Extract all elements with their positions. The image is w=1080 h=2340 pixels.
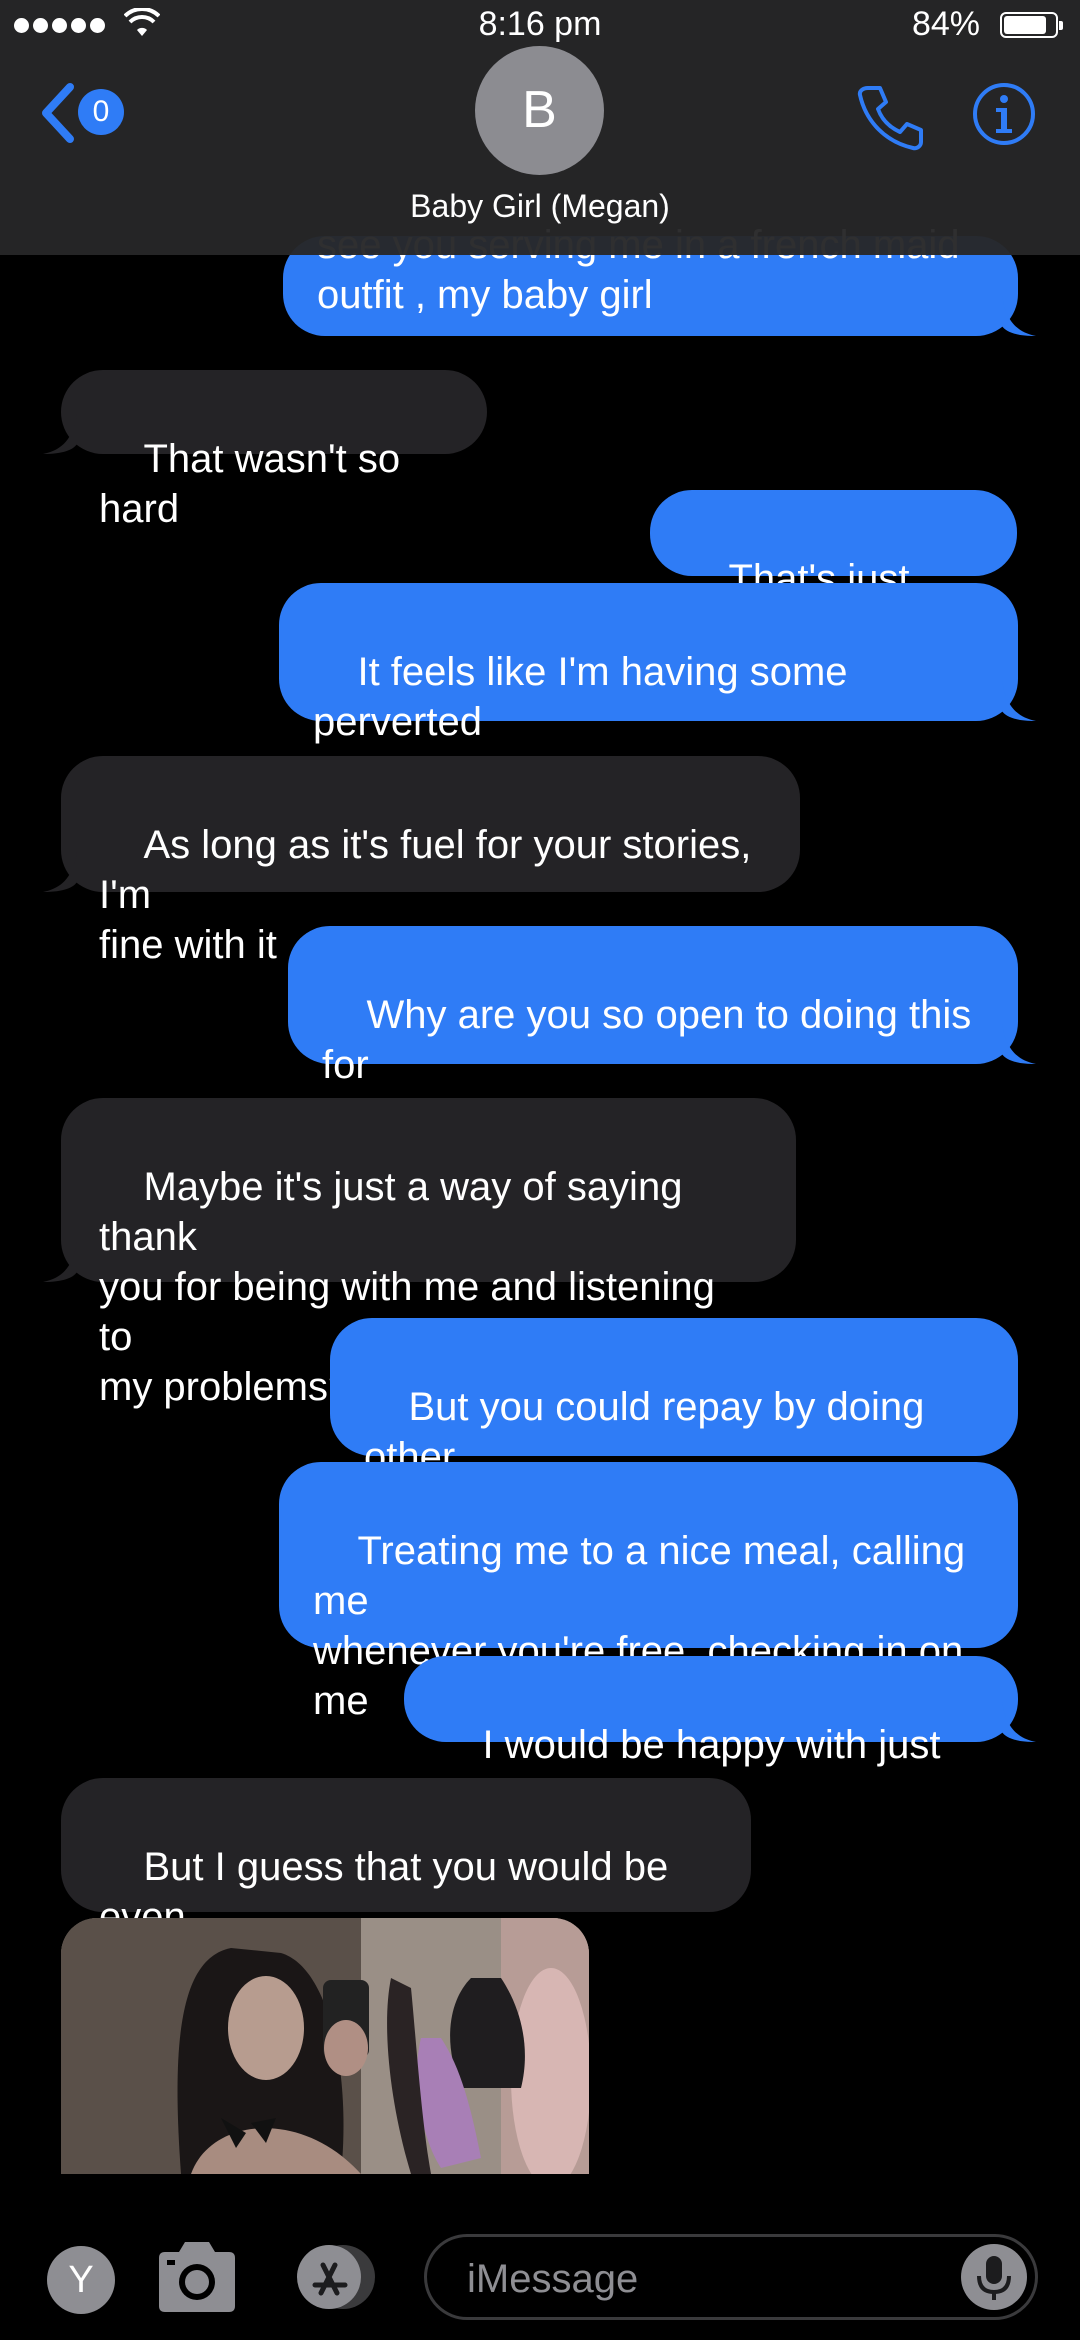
input-bar: Y iMessage [0,2196,1080,2340]
message-text: That wasn't so hard [99,437,412,531]
conversation-header: 8:16 pm 84% 0 B Baby Girl (Megan) [0,0,1080,255]
bubble-tail [1002,681,1036,721]
selfie-photo [61,1918,589,2174]
bubble-tail [1002,1702,1036,1742]
bubble-tail [1002,296,1036,336]
message-bubble-outgoing[interactable]: I would be happy with just that [404,1656,1036,1817]
battery-fill [1004,16,1046,34]
bubble-tail [43,852,77,892]
message-bubble-incoming[interactable]: Maybe it's just a way of saying thank yo… [43,1098,796,1409]
unread-badge: 0 [78,89,124,135]
message-bubble-outgoing[interactable]: Treating me to a nice meal, calling me w… [279,1462,1018,1723]
app-store-icon[interactable] [287,2241,383,2313]
bubble-tail [43,414,77,454]
microphone-button[interactable] [961,2244,1027,2310]
contact-name[interactable]: Baby Girl (Megan) [0,188,1080,225]
chevron-left-icon [42,83,74,143]
status-bar: 8:16 pm 84% [0,0,1080,50]
microphone-icon [977,2256,1011,2300]
photo-message[interactable] [61,1918,589,2174]
message-input[interactable]: iMessage [424,2234,1038,2320]
back-button[interactable]: 0 [38,83,138,143]
info-icon[interactable] [972,82,1036,146]
message-bubble-incoming[interactable]: But I guess that you would be even happi… [61,1778,751,1989]
app-shortcut-button[interactable]: Y [47,2246,115,2314]
message-bubble-outgoing[interactable]: It feels like I'm having some perverted … [279,583,1036,794]
conversation-view[interactable]: see you serving me in a french maid outf… [0,0,1080,2340]
bubble-tail [43,1242,77,1282]
message-bubble-outgoing[interactable]: That's just weird [650,490,1017,651]
message-bubble-incoming[interactable]: As long as it's fuel for your stories, I… [43,756,800,967]
message-input-placeholder: iMessage [467,2257,639,2301]
battery-percent: 84% [911,5,980,43]
message-bubble-outgoing[interactable]: Why are you so open to doing this for me… [288,926,1036,1137]
message-bubble-incoming[interactable]: That wasn't so hard [43,370,487,531]
contact-avatar[interactable]: B [475,46,604,175]
phone-icon[interactable] [856,82,926,152]
camera-icon[interactable] [155,2238,239,2314]
message-bubble-outgoing[interactable]: But you could repay by doing other stuff [330,1318,1018,1529]
battery-icon [1000,12,1063,38]
bubble-tail [1002,1024,1036,1064]
